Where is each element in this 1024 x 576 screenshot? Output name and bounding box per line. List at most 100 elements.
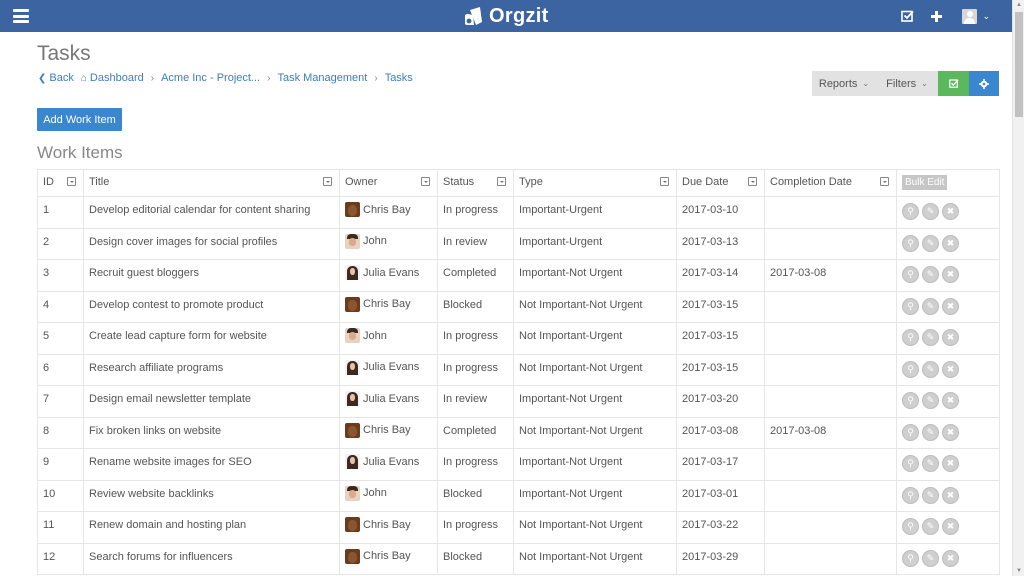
bulk-edit-button[interactable]: Bulk Edit bbox=[902, 175, 948, 190]
cell-actions: ⚲ ✎ ✖ bbox=[896, 416, 1000, 449]
cell-title[interactable]: Create lead capture form for website bbox=[83, 322, 340, 355]
cell-title[interactable]: Develop contest to promote product bbox=[83, 290, 340, 323]
table-row[interactable]: 2 Design cover images for social profile… bbox=[37, 227, 1000, 260]
reports-dropdown[interactable]: Reports ⌄ bbox=[812, 71, 876, 96]
view-icon[interactable]: ⚲ bbox=[902, 297, 919, 315]
filters-dropdown[interactable]: Filters ⌄ bbox=[876, 71, 938, 96]
view-icon[interactable]: ⚲ bbox=[902, 423, 919, 441]
scroll-up-arrow-icon[interactable]: ▲ bbox=[1016, 2, 1022, 8]
scrollbar-thumb[interactable] bbox=[1015, 12, 1023, 117]
breadcrumb-tasks[interactable]: Tasks bbox=[385, 72, 413, 84]
breadcrumb-project[interactable]: Acme Inc - Project... bbox=[161, 72, 260, 84]
cell-actions: ⚲ ✎ ✖ bbox=[896, 385, 1000, 418]
brand-logo-link[interactable]: Orgzit bbox=[464, 4, 549, 28]
user-menu-button[interactable]: ⌄ bbox=[962, 8, 990, 24]
table-row[interactable]: 4 Develop contest to promote product Chr… bbox=[37, 290, 1000, 323]
table-row[interactable]: 11 Renew domain and hosting plan Chris B… bbox=[37, 511, 1000, 544]
delete-x-icon[interactable]: ✖ bbox=[942, 392, 959, 409]
view-icon[interactable]: ⚲ bbox=[902, 518, 919, 535]
edit-pencil-icon[interactable]: ✎ bbox=[922, 329, 939, 346]
table-row[interactable]: 9 Rename website images for SEO Julia Ev… bbox=[37, 448, 1000, 481]
cell-title[interactable]: Design cover images for social profiles bbox=[83, 227, 340, 260]
view-icon[interactable]: ⚲ bbox=[902, 486, 919, 504]
cell-title[interactable]: Rename website images for SEO bbox=[83, 448, 340, 481]
plus-icon[interactable] bbox=[931, 10, 943, 22]
toolbar: Reports ⌄ Filters ⌄ bbox=[812, 71, 999, 96]
delete-x-icon[interactable]: ✖ bbox=[942, 486, 959, 504]
delete-x-icon[interactable]: ✖ bbox=[942, 329, 959, 346]
table-row[interactable]: 10 Review website backlinks John Blocked… bbox=[37, 479, 1000, 512]
column-filter-icon[interactable] bbox=[323, 177, 332, 186]
cell-title[interactable]: Review website backlinks bbox=[83, 479, 340, 512]
column-header-due-date[interactable]: Due Date bbox=[676, 169, 765, 197]
column-filter-icon[interactable] bbox=[880, 177, 889, 186]
settings-button[interactable] bbox=[969, 71, 999, 96]
column-header-title[interactable]: Title bbox=[83, 169, 340, 197]
breadcrumb-dashboard[interactable]: ⌂ Dashboard bbox=[81, 72, 144, 84]
delete-x-icon[interactable]: ✖ bbox=[942, 266, 959, 283]
column-header-type[interactable]: Type bbox=[513, 169, 677, 197]
delete-x-icon[interactable]: ✖ bbox=[942, 423, 959, 441]
column-filter-icon[interactable] bbox=[660, 177, 669, 186]
column-header-owner[interactable]: Owner bbox=[339, 169, 438, 197]
column-header-status[interactable]: Status bbox=[437, 169, 514, 197]
hamburger-menu-icon[interactable] bbox=[13, 9, 29, 23]
edit-pencil-icon[interactable]: ✎ bbox=[922, 360, 939, 378]
edit-pencil-icon[interactable]: ✎ bbox=[922, 423, 939, 441]
delete-x-icon[interactable]: ✖ bbox=[942, 234, 959, 252]
cell-title[interactable]: Recruit guest bloggers bbox=[83, 259, 340, 292]
owner-name: Julia Evans bbox=[363, 266, 420, 279]
edit-pencil-icon[interactable]: ✎ bbox=[922, 392, 939, 409]
cell-title[interactable]: Research affiliate programs bbox=[83, 353, 340, 386]
column-filter-icon[interactable] bbox=[67, 177, 76, 186]
delete-x-icon[interactable]: ✖ bbox=[942, 455, 959, 472]
column-filter-icon[interactable] bbox=[421, 177, 430, 186]
view-icon[interactable]: ⚲ bbox=[902, 360, 919, 378]
edit-pencil-icon[interactable]: ✎ bbox=[922, 234, 939, 252]
view-icon[interactable]: ⚲ bbox=[902, 455, 919, 472]
edit-pencil-icon[interactable]: ✎ bbox=[922, 455, 939, 472]
delete-x-icon[interactable]: ✖ bbox=[942, 203, 959, 220]
task-checkbox-icon[interactable] bbox=[901, 10, 915, 22]
view-icon[interactable]: ⚲ bbox=[902, 392, 919, 409]
scroll-down-arrow-icon[interactable]: ▼ bbox=[1016, 568, 1022, 574]
table-row[interactable]: 3 Recruit guest bloggers Julia Evans Com… bbox=[37, 259, 1000, 292]
cell-title[interactable]: Develop editorial calendar for content s… bbox=[83, 196, 340, 229]
edit-pencil-icon[interactable]: ✎ bbox=[922, 266, 939, 283]
column-header-id[interactable]: ID bbox=[37, 169, 84, 197]
delete-x-icon[interactable]: ✖ bbox=[942, 360, 959, 378]
table-row[interactable]: 12 Search forums for influencers Chris B… bbox=[37, 542, 1000, 575]
edit-pencil-icon[interactable]: ✎ bbox=[922, 549, 939, 567]
add-work-item-button[interactable]: Add Work Item bbox=[37, 108, 122, 131]
view-icon[interactable]: ⚲ bbox=[902, 203, 919, 220]
table-row[interactable]: 6 Research affiliate programs Julia Evan… bbox=[37, 353, 1000, 386]
column-header-completion-date[interactable]: Completion Date bbox=[764, 169, 897, 197]
cell-title[interactable]: Design email newsletter template bbox=[83, 385, 340, 418]
page-scrollbar[interactable]: ▲ ▼ bbox=[1012, 0, 1024, 576]
cell-title[interactable]: Search forums for influencers bbox=[83, 542, 340, 575]
edit-pencil-icon[interactable]: ✎ bbox=[922, 518, 939, 535]
cell-title[interactable]: Renew domain and hosting plan bbox=[83, 511, 340, 544]
breadcrumb-task-management[interactable]: Task Management bbox=[277, 72, 367, 84]
view-icon[interactable]: ⚲ bbox=[902, 266, 919, 283]
column-label: ID bbox=[43, 176, 54, 188]
select-items-button[interactable] bbox=[938, 71, 969, 96]
delete-x-icon[interactable]: ✖ bbox=[942, 518, 959, 535]
table-row[interactable]: 8 Fix broken links on website Chris Bay … bbox=[37, 416, 1000, 449]
view-icon[interactable]: ⚲ bbox=[902, 329, 919, 346]
view-icon[interactable]: ⚲ bbox=[902, 234, 919, 252]
table-row[interactable]: 5 Create lead capture form for website J… bbox=[37, 322, 1000, 355]
cell-title[interactable]: Fix broken links on website bbox=[83, 416, 340, 449]
column-filter-icon[interactable] bbox=[497, 177, 506, 186]
column-label: Title bbox=[89, 176, 110, 188]
column-filter-icon[interactable] bbox=[748, 177, 757, 186]
delete-x-icon[interactable]: ✖ bbox=[942, 549, 959, 567]
table-row[interactable]: 7 Design email newsletter template Julia… bbox=[37, 385, 1000, 418]
edit-pencil-icon[interactable]: ✎ bbox=[922, 297, 939, 315]
view-icon[interactable]: ⚲ bbox=[902, 549, 919, 567]
back-link[interactable]: ❮ Back bbox=[38, 72, 74, 84]
table-row[interactable]: 1 Develop editorial calendar for content… bbox=[37, 196, 1000, 229]
edit-pencil-icon[interactable]: ✎ bbox=[922, 203, 939, 220]
delete-x-icon[interactable]: ✖ bbox=[942, 297, 959, 315]
edit-pencil-icon[interactable]: ✎ bbox=[922, 486, 939, 504]
